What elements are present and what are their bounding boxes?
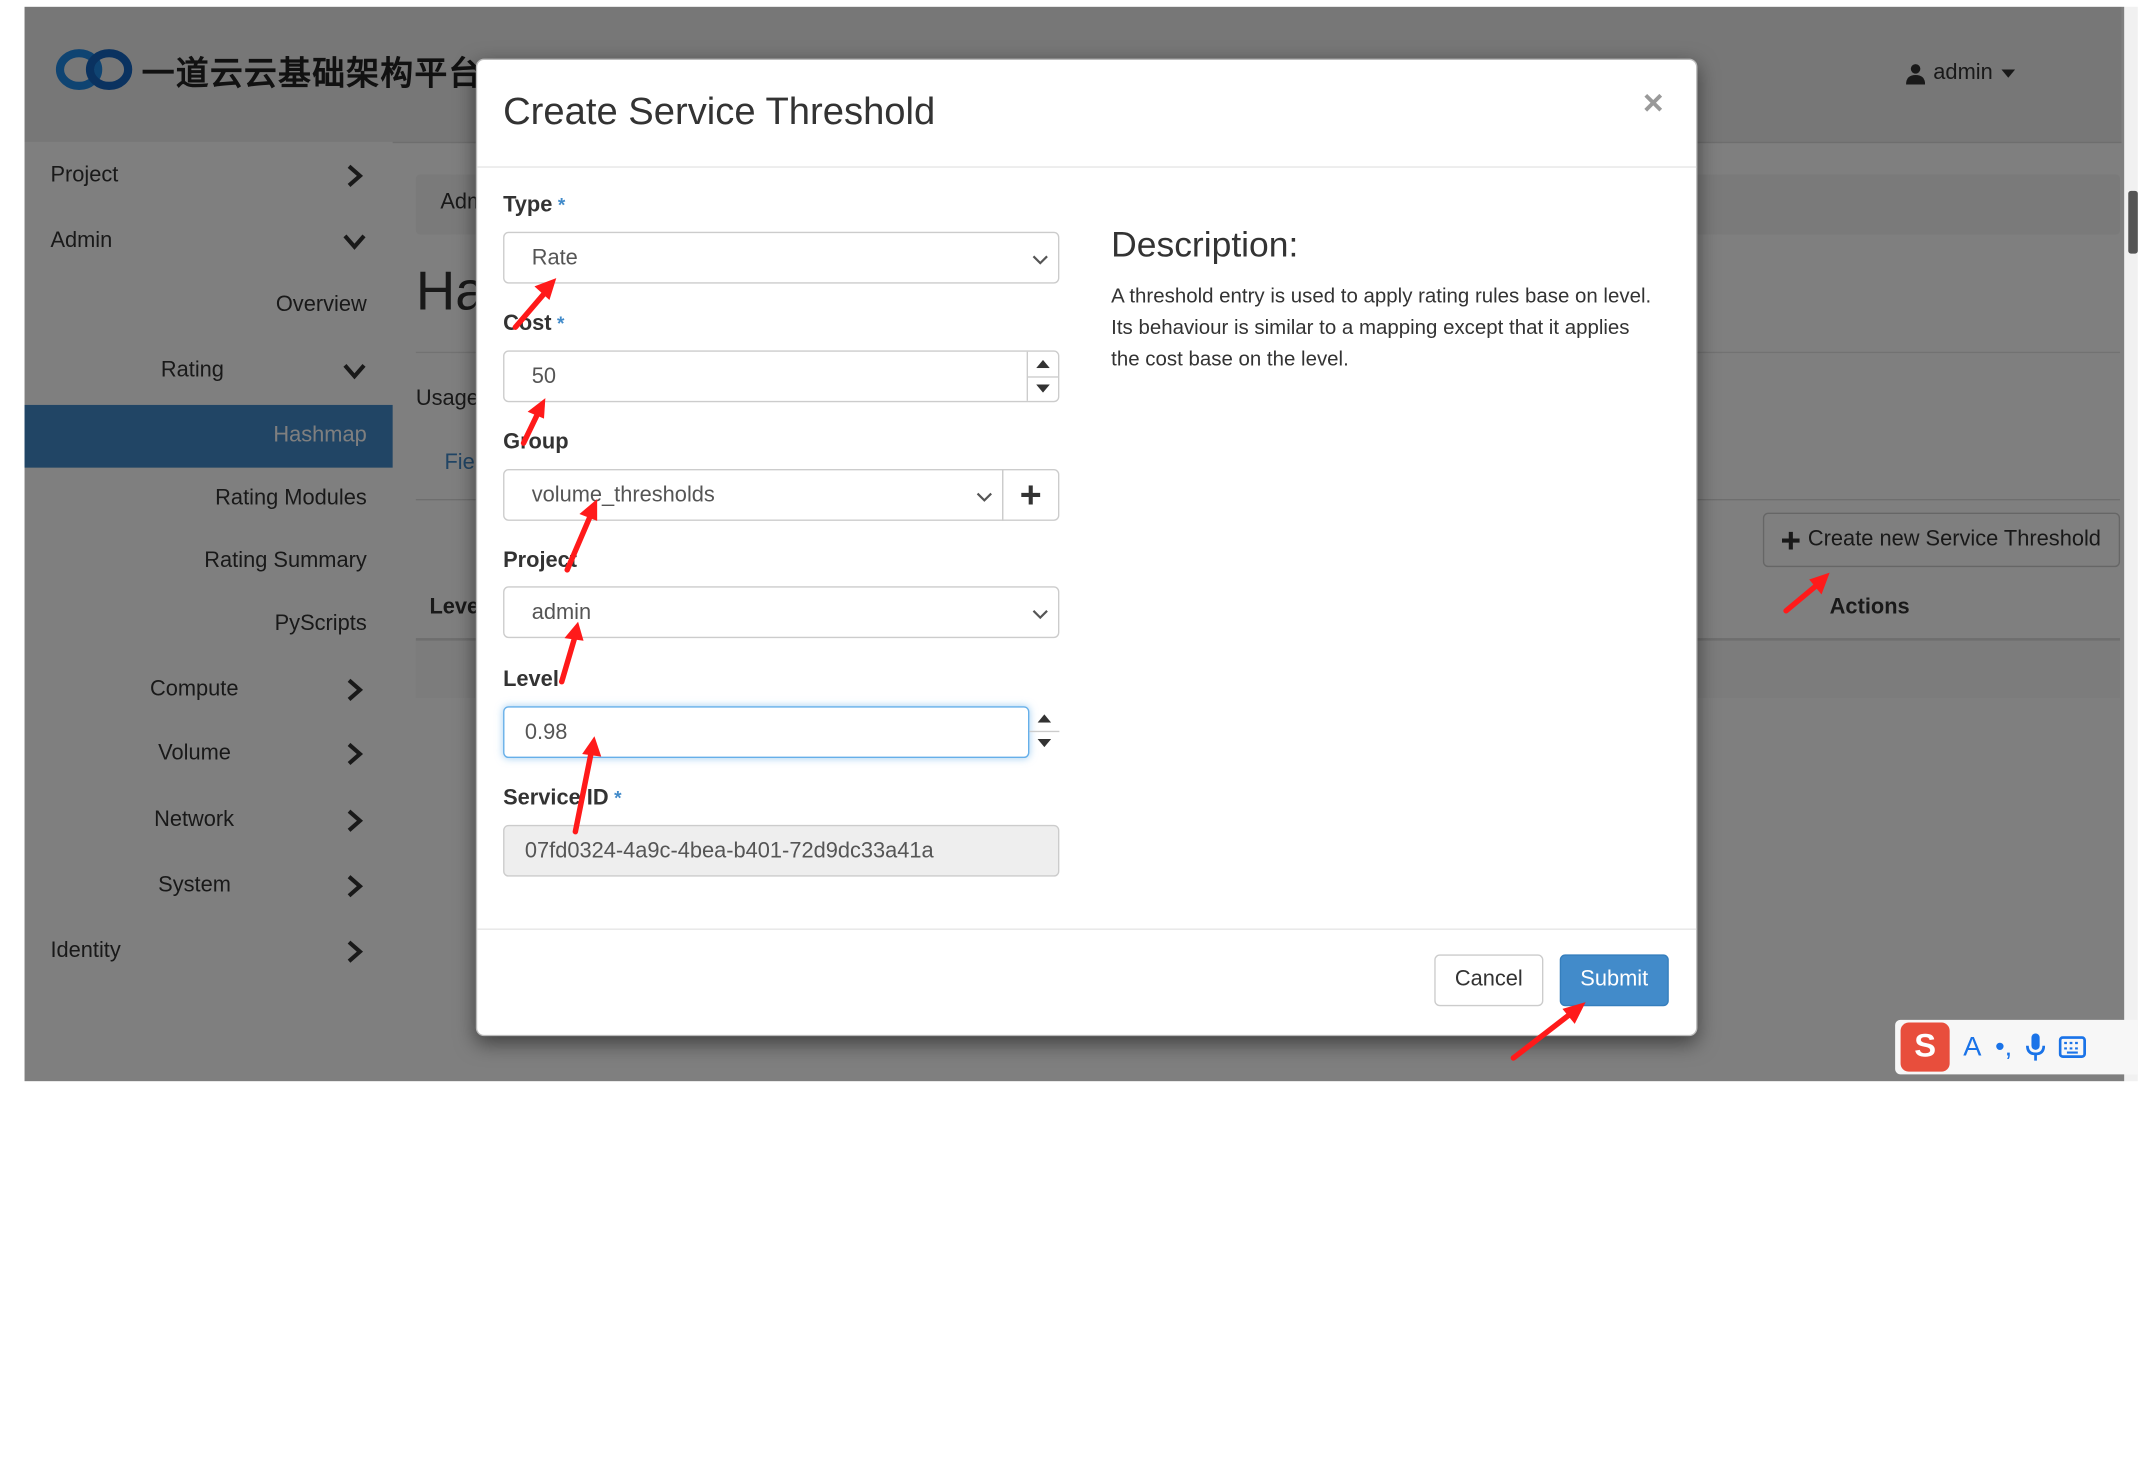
service-id-input-value: 07fd0324-4a9c-4bea-b401-72d9dc33a41a bbox=[524, 839, 934, 864]
caret-up-icon bbox=[1036, 359, 1050, 369]
microphone-icon[interactable] bbox=[2025, 1033, 2045, 1061]
project-label: Project bbox=[503, 549, 577, 574]
add-group-button[interactable] bbox=[1002, 469, 1060, 521]
caret-up-icon bbox=[1037, 714, 1052, 723]
cost-input-value: 50 bbox=[531, 365, 556, 389]
ime-language-toggle[interactable]: A bbox=[1963, 1031, 1981, 1062]
scrollbar-thumb[interactable] bbox=[2128, 190, 2138, 254]
required-marker: * bbox=[557, 312, 565, 335]
submit-button[interactable]: Submit bbox=[1559, 954, 1669, 1007]
type-label: Type * bbox=[503, 194, 565, 219]
type-select-value: Rate bbox=[531, 246, 578, 270]
chevron-down-icon bbox=[1032, 610, 1048, 620]
modal-header-divider bbox=[477, 166, 1697, 168]
group-label-text: Group bbox=[503, 430, 569, 455]
chevron-down-icon bbox=[1032, 255, 1048, 265]
chevron-down-icon bbox=[976, 492, 992, 502]
stepper-up-button[interactable] bbox=[1028, 352, 1058, 378]
required-marker: * bbox=[557, 193, 566, 216]
level-label: Level bbox=[503, 668, 559, 693]
cost-input[interactable]: 50 bbox=[503, 350, 1060, 403]
group-select[interactable]: volume_thresholds bbox=[503, 469, 1004, 521]
description-title: Description: bbox=[1111, 223, 1299, 265]
description-body: A threshold entry is used to apply ratin… bbox=[1111, 284, 1652, 371]
group-label: Group bbox=[503, 431, 568, 456]
plus-icon bbox=[1021, 485, 1041, 505]
cancel-button[interactable]: Cancel bbox=[1434, 954, 1544, 1007]
service-id-input[interactable]: 07fd0324-4a9c-4bea-b401-72d9dc33a41a bbox=[503, 824, 1060, 877]
cost-stepper bbox=[1026, 351, 1058, 401]
caret-down-icon bbox=[1036, 384, 1050, 393]
level-input[interactable]: 0.98 bbox=[503, 706, 1030, 759]
cost-label-text: Cost bbox=[503, 312, 552, 336]
ime-toolbar: S A •, bbox=[1895, 1019, 2138, 1075]
level-input-group: 0.98 bbox=[503, 706, 1030, 759]
level-label-text: Level bbox=[503, 668, 559, 692]
service-id-label: Service ID * bbox=[503, 787, 621, 812]
group-select-value: volume_thresholds bbox=[531, 484, 715, 508]
project-select[interactable]: admin bbox=[503, 586, 1060, 639]
create-service-threshold-modal: Create Service Threshold × Type * Rate Co… bbox=[475, 58, 1698, 1037]
cost-label: Cost * bbox=[503, 312, 564, 337]
caret-down-icon bbox=[1037, 738, 1052, 748]
modal-title: Create Service Threshold bbox=[503, 89, 936, 133]
modal-footer-divider bbox=[477, 928, 1697, 930]
ime-punctuation-toggle[interactable]: •, bbox=[1995, 1031, 2012, 1062]
close-icon[interactable]: × bbox=[1643, 82, 1664, 124]
sogou-ime-logo-icon[interactable]: S bbox=[1900, 1022, 1950, 1072]
type-label-text: Type bbox=[503, 193, 553, 217]
page-scrollbar[interactable] bbox=[2124, 6, 2138, 1082]
stepper-down-button[interactable] bbox=[1028, 376, 1058, 401]
level-stepper bbox=[1029, 706, 1060, 758]
stepper-up-button[interactable] bbox=[1029, 706, 1060, 733]
type-select[interactable]: Rate bbox=[503, 231, 1060, 284]
required-marker: * bbox=[614, 786, 622, 809]
keyboard-icon[interactable] bbox=[2058, 1036, 2086, 1058]
level-input-value: 0.98 bbox=[524, 721, 568, 745]
stepper-down-button[interactable] bbox=[1029, 731, 1059, 756]
service-id-label-text: Service ID bbox=[503, 786, 609, 810]
project-select-value: admin bbox=[531, 601, 592, 625]
project-label-text: Project bbox=[503, 549, 578, 573]
